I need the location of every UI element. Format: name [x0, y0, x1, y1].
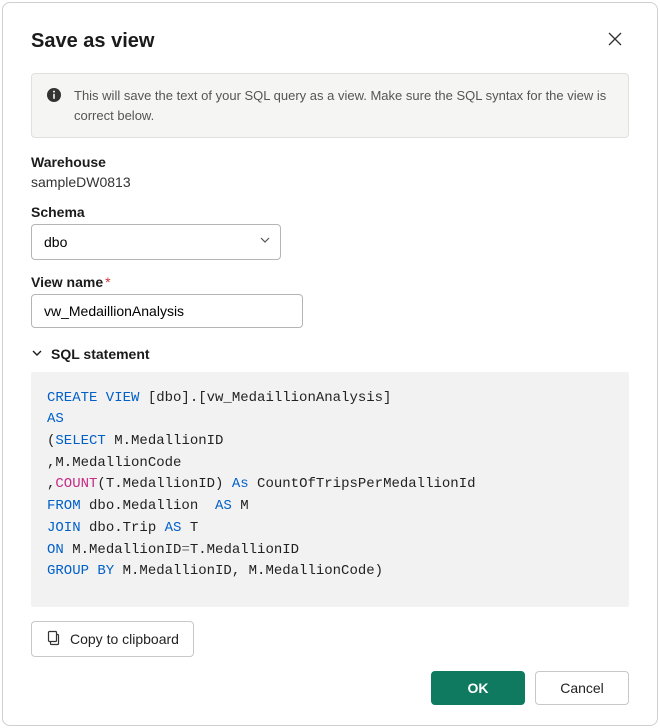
viewname-label-text: View name: [31, 274, 103, 290]
dialog-title: Save as view: [31, 30, 154, 53]
sql-section-label: SQL statement: [51, 346, 150, 362]
sql-token: M.MedallionID: [64, 542, 182, 558]
sql-token: AS: [47, 411, 64, 427]
sql-token: ,M.MedallionCode: [47, 455, 181, 471]
copy-label: Copy to clipboard: [70, 631, 179, 647]
sql-token: COUNT: [55, 476, 97, 492]
sql-token: dbo.Trip: [81, 520, 165, 536]
sql-token: AS: [165, 520, 182, 536]
sql-token: dbo.Medallion: [81, 498, 215, 514]
sql-token: M.MedallionID: [106, 433, 224, 449]
sql-token: CREATE VIEW: [47, 390, 139, 406]
ok-button[interactable]: OK: [431, 671, 525, 705]
sql-token: (T.MedallionID): [97, 476, 231, 492]
viewname-input[interactable]: [31, 294, 303, 328]
copy-to-clipboard-button[interactable]: Copy to clipboard: [31, 621, 194, 657]
required-asterisk: *: [105, 274, 110, 290]
dialog-header: Save as view: [31, 27, 629, 55]
sql-token: FROM: [47, 498, 81, 514]
sql-token: M: [232, 498, 249, 514]
sql-token: [dbo].[vw_MedaillionAnalysis]: [139, 390, 391, 406]
warehouse-value: sampleDW0813: [31, 174, 629, 190]
sql-token: As: [232, 476, 249, 492]
chevron-down-icon: [31, 346, 43, 362]
sql-token: T: [181, 520, 198, 536]
dialog-footer: OK Cancel: [31, 657, 629, 705]
close-icon: [607, 31, 623, 52]
schema-select[interactable]: [31, 224, 281, 260]
info-banner: This will save the text of your SQL quer…: [31, 73, 629, 138]
copy-row: Copy to clipboard: [31, 621, 629, 657]
close-button[interactable]: [601, 27, 629, 55]
sql-token: AS: [215, 498, 232, 514]
sql-token: SELECT: [55, 433, 105, 449]
schema-select-wrap: [31, 224, 281, 260]
cancel-button[interactable]: Cancel: [535, 671, 629, 705]
sql-token: JOIN: [47, 520, 81, 536]
sql-token: CountOfTripsPerMedallionId: [249, 476, 476, 492]
info-icon: [46, 87, 62, 125]
sql-token: =: [181, 542, 189, 558]
sql-token: GROUP BY: [47, 563, 114, 579]
sql-token: T.MedallionID: [190, 542, 299, 558]
sql-section-toggle[interactable]: SQL statement: [31, 346, 629, 362]
sql-statement-box[interactable]: CREATE VIEW [dbo].[vw_MedaillionAnalysis…: [31, 372, 629, 607]
sql-token: ON: [47, 542, 64, 558]
copy-icon: [46, 630, 62, 649]
schema-label: Schema: [31, 204, 629, 220]
sql-token: M.MedallionID, M.MedallionCode): [114, 563, 383, 579]
warehouse-label: Warehouse: [31, 154, 629, 170]
viewname-label: View name*: [31, 274, 629, 290]
info-text: This will save the text of your SQL quer…: [74, 86, 614, 125]
save-as-view-dialog: Save as view This will save the text of …: [2, 2, 658, 726]
